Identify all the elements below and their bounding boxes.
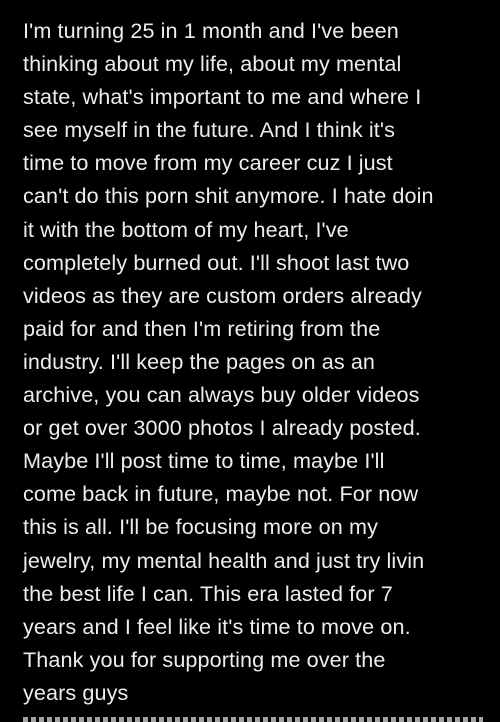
post-text-line: this is all. I'll be focusing more on my (23, 514, 378, 540)
post-text-line: videos as they are custom orders already (23, 282, 422, 308)
post-text-line: it with the bottom of my heart, I've (23, 216, 349, 242)
post-text-line: thinking about my life, about my mental (23, 51, 402, 77)
post-text-line: years guys (23, 679, 129, 705)
post-text-line: archive, you can always buy older videos (23, 382, 420, 408)
post-text-line: industry. I'll keep the pages on as an (23, 348, 376, 374)
post-text-line: jewelry, my mental health and just try l… (23, 547, 425, 573)
post-text-line: paid for and then I'm retiring from the (23, 315, 381, 341)
post-text-line: come back in future, maybe not. For now (23, 481, 419, 507)
post-body-text: I'm turning 25 in 1 month and I've been … (23, 14, 493, 709)
post-text-line: time to move from my career cuz I just (23, 150, 393, 176)
post-text-line: see myself in the future. And I think it… (23, 117, 395, 143)
post-text-line: completely burned out. I'll shoot last t… (23, 249, 410, 275)
post-text-line: state, what's important to me and where … (23, 84, 422, 110)
post-text-line: or get over 3000 photos I already posted… (23, 415, 421, 441)
post-text-line: Maybe I'll post time to time, maybe I'll (23, 448, 385, 474)
post-text-line: years and I feel like it's time to move … (23, 613, 411, 639)
post-text-line: Thank you for supporting me over the (23, 646, 386, 672)
post-text-line: I'm turning 25 in 1 month and I've been (23, 18, 399, 43)
post-text-line: can't do this porn shit anymore. I hate … (23, 183, 434, 209)
post-screenshot: I'm turning 25 in 1 month and I've been … (0, 0, 500, 722)
post-text-line: the best life I can. This era lasted for… (23, 580, 393, 606)
cropped-text-line (23, 711, 483, 722)
